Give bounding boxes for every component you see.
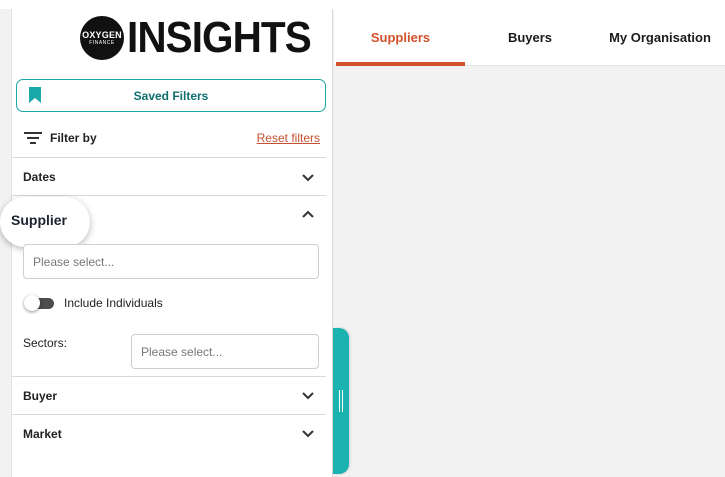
- main-tabs: Suppliers Buyers My Organisation: [334, 9, 725, 66]
- oxygen-finance-logo-badge: OXYGEN FINANCE: [80, 16, 124, 60]
- chevron-down-icon[interactable]: [301, 391, 315, 401]
- supplier-select[interactable]: Please select...: [23, 244, 319, 279]
- filter-sidebar: OXYGEN FINANCE INSIGHTS Saved Filters Fi…: [0, 9, 333, 477]
- tab-label: Suppliers: [370, 29, 431, 45]
- saved-filters-label: Saved Filters: [133, 88, 209, 103]
- chevron-up-icon[interactable]: [301, 209, 315, 219]
- logo-badge-line1: OXYGEN: [82, 29, 122, 40]
- chevron-down-icon[interactable]: [301, 173, 315, 183]
- divider: [12, 376, 326, 377]
- section-title-market[interactable]: Market: [23, 427, 62, 441]
- divider: [12, 157, 326, 158]
- tab-label: Buyers: [507, 29, 553, 45]
- tab-suppliers[interactable]: Suppliers: [336, 9, 465, 66]
- tab-buyers[interactable]: Buyers: [465, 9, 595, 65]
- insights-logo: OXYGEN FINANCE INSIGHTS: [80, 16, 327, 60]
- sidebar-collapse-handle[interactable]: [333, 328, 349, 474]
- filter-by-label: Filter by: [50, 131, 97, 145]
- active-tab-underline: [336, 62, 465, 66]
- section-title-supplier[interactable]: Supplier: [11, 212, 67, 228]
- include-individuals-label: Include Individuals: [64, 296, 163, 310]
- filter-by-row: Filter by Reset filters: [24, 130, 320, 146]
- top-strip: [0, 0, 725, 9]
- saved-filters-button[interactable]: Saved Filters: [16, 79, 326, 112]
- section-title-dates[interactable]: Dates: [23, 170, 56, 184]
- logo-wordmark: INSIGHTS: [127, 13, 312, 62]
- sectors-label: Sectors:: [23, 336, 68, 350]
- sectors-select[interactable]: Please select...: [131, 334, 319, 369]
- toggle-knob: [24, 295, 40, 311]
- include-individuals-toggle[interactable]: [24, 295, 54, 311]
- chevron-down-icon[interactable]: [301, 429, 315, 439]
- grip-icon: [339, 390, 343, 412]
- divider: [12, 195, 326, 196]
- logo-badge-line2: FINANCE: [89, 39, 115, 46]
- tab-label: My Organisation: [609, 29, 711, 45]
- filter-lines-icon: [24, 132, 42, 144]
- divider: [12, 414, 326, 415]
- section-title-buyer[interactable]: Buyer: [23, 389, 57, 403]
- bookmark-icon: [29, 87, 41, 103]
- tab-my-organisation[interactable]: My Organisation: [595, 9, 725, 65]
- reset-filters-link[interactable]: Reset filters: [257, 131, 320, 145]
